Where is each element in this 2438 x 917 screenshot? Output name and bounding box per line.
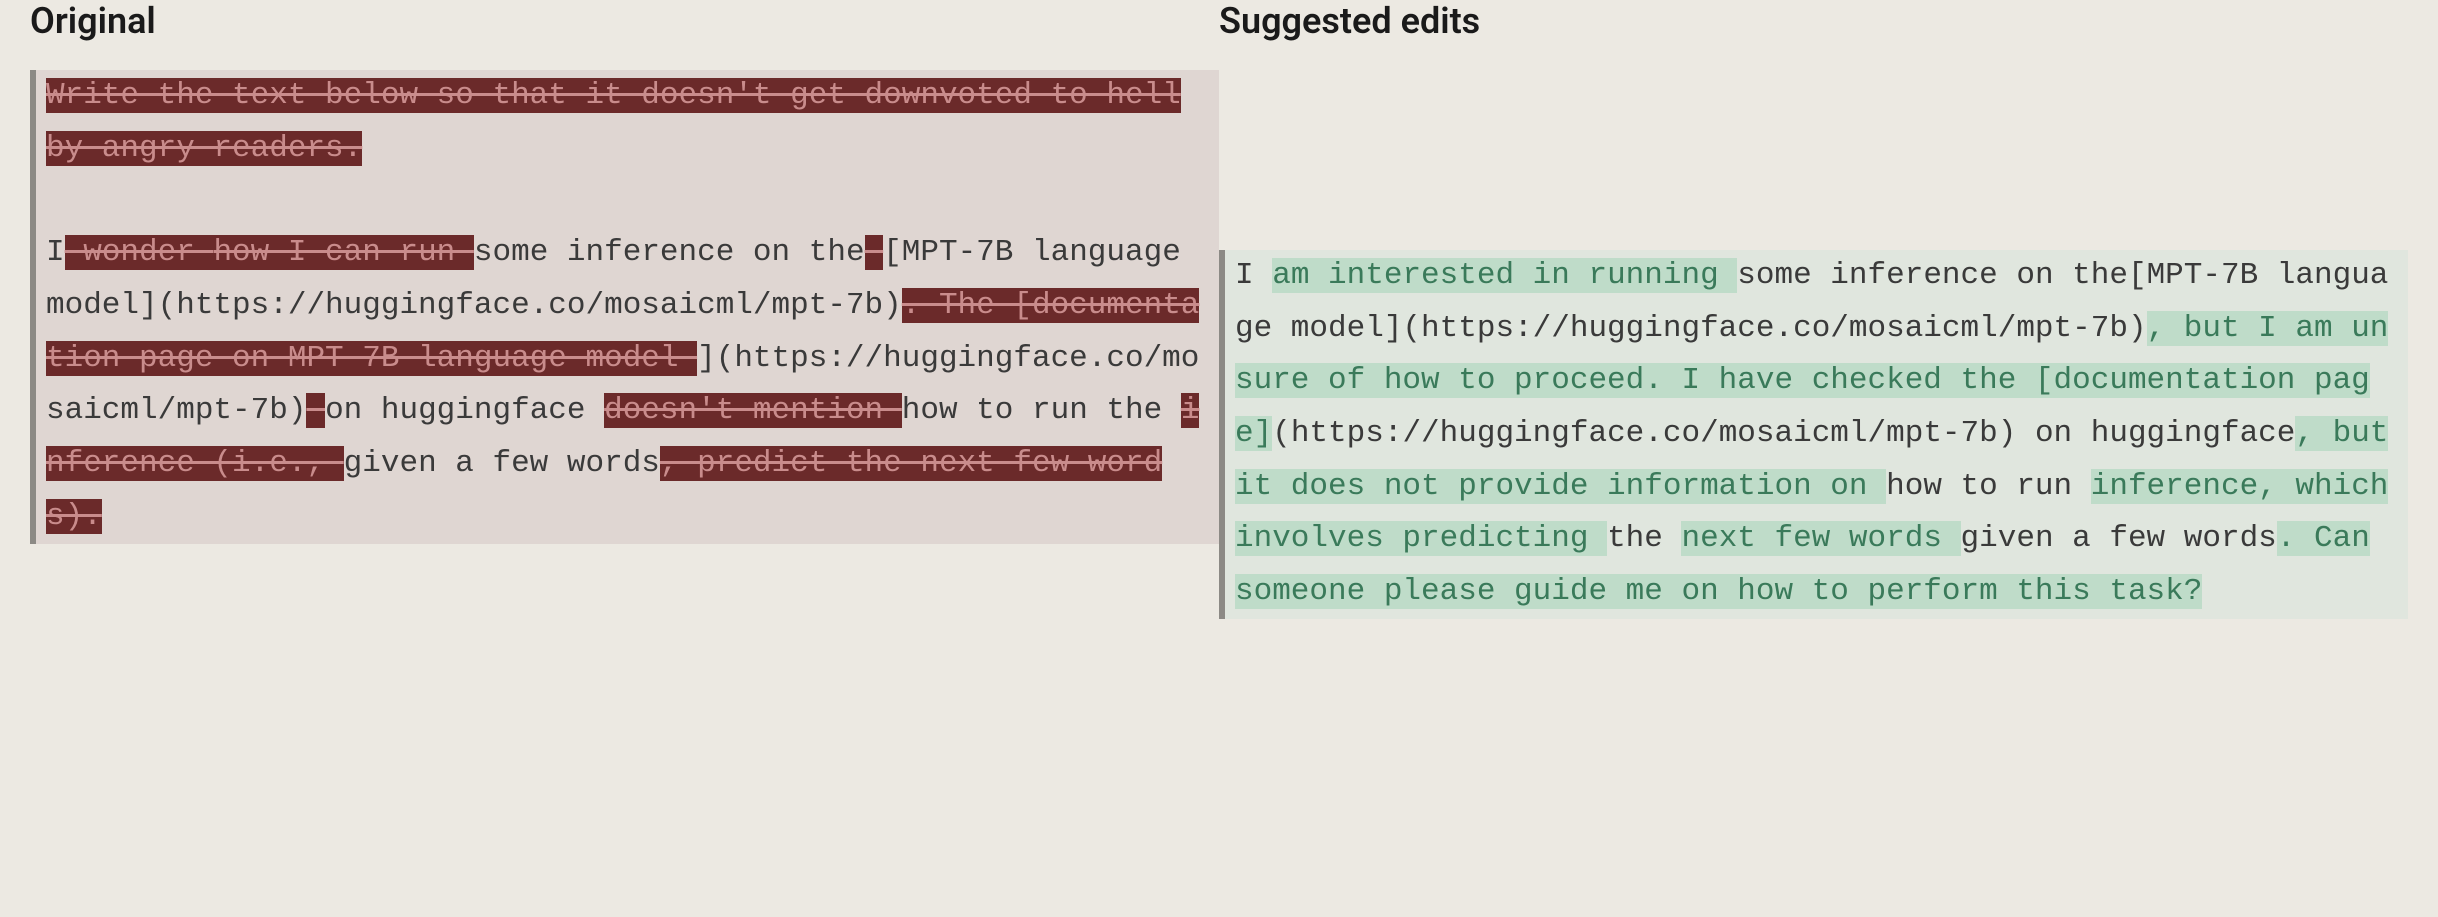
- kept-text: on huggingface: [325, 393, 604, 428]
- kept-text: given a few words: [1961, 521, 2277, 556]
- original-heading: Original: [30, 0, 1219, 42]
- kept-text: I: [1235, 258, 1272, 293]
- original-content[interactable]: Write the text below so that it doesn't …: [30, 70, 1219, 544]
- diff-container: Original Write the text below so that it…: [0, 0, 2438, 649]
- deleted-text: doesn't mention: [604, 393, 902, 428]
- kept-text: how to run: [1886, 469, 2091, 504]
- edits-heading: Suggested edits: [1219, 0, 2408, 42]
- edits-lead-gap: [1219, 70, 2408, 250]
- deleted-text: how I can run: [213, 235, 473, 270]
- edits-para-1: I am interested in running some inferenc…: [1235, 250, 2402, 619]
- edits-content[interactable]: I am interested in running some inferenc…: [1219, 250, 2408, 619]
- deleted-text: [306, 393, 325, 428]
- kept-text: how to run the: [902, 393, 1181, 428]
- deleted-text: [865, 235, 884, 270]
- deleted-text: Write the text below so that it doesn't …: [46, 78, 1181, 166]
- edits-wrap: I am interested in running some inferenc…: [1219, 70, 2408, 619]
- edits-pane: Suggested edits I am interested in runni…: [1219, 0, 2408, 619]
- kept-text: given a few words: [344, 446, 660, 481]
- inserted-text: next few words: [1681, 521, 1960, 556]
- original-para-1: Write the text below so that it doesn't …: [46, 70, 1213, 175]
- kept-text: (https://huggingface.co/mosaicml/mpt-7b)…: [1272, 416, 2295, 451]
- paragraph-gap: [46, 175, 1213, 227]
- deleted-text: wonder: [65, 235, 214, 270]
- kept-text: I: [46, 235, 65, 270]
- original-pane: Original Write the text below so that it…: [30, 0, 1219, 619]
- kept-text: the: [1607, 521, 1681, 556]
- inserted-text: am interested in running: [1272, 258, 1737, 293]
- kept-text: some inference on the: [474, 235, 865, 270]
- original-para-2: I wonder how I can run some inference on…: [46, 227, 1213, 543]
